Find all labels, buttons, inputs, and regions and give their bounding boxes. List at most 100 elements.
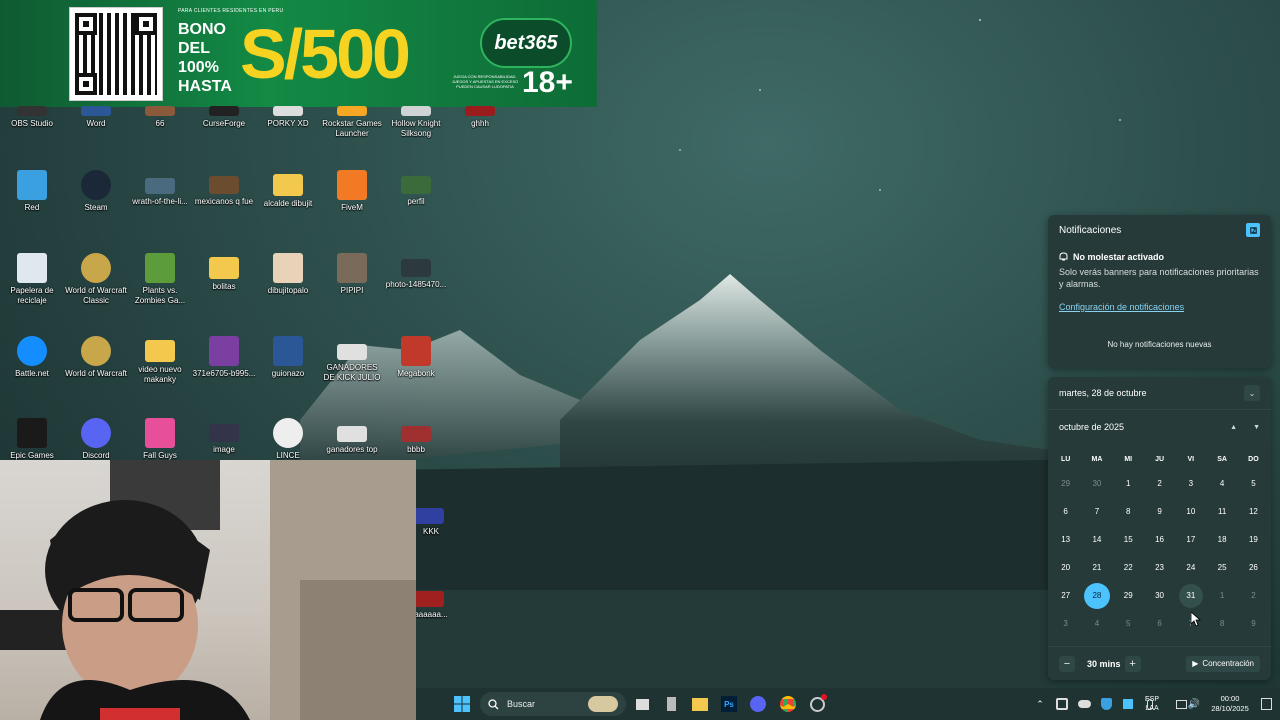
settings-taskbar-button[interactable] (807, 694, 827, 714)
decrease-duration-button[interactable]: − (1059, 655, 1075, 672)
calendar-day[interactable]: 27 (1050, 582, 1081, 610)
calendar-day[interactable]: 15 (1113, 526, 1144, 554)
language-indicator[interactable]: ESP LAA (1145, 695, 1159, 713)
calendar-day[interactable]: 29 (1050, 470, 1081, 498)
calendar-day[interactable]: 23 (1144, 554, 1175, 582)
calendar-day[interactable]: 4 (1081, 610, 1112, 638)
desktop-icon-mexicanos[interactable]: mexicanos q fue (192, 170, 256, 207)
desktop-icon-ganadores-kick[interactable]: GANADORES DE KICK JULIO (320, 336, 384, 383)
desktop-icon-guionazo[interactable]: guionazo (256, 336, 320, 379)
desktop-icon-hollow-knight[interactable]: Hollow Knight Silksong (384, 106, 448, 139)
desktop-icon-steam[interactable]: Steam (64, 170, 128, 213)
calendar-day[interactable]: 9 (1144, 498, 1175, 526)
desktop-icon-fall-guys[interactable]: Fall Guys (128, 418, 192, 461)
desktop-icon-66[interactable]: 66 (128, 106, 192, 129)
onedrive-tray-button[interactable] (1074, 694, 1094, 714)
calendar-day[interactable]: 1 (1113, 470, 1144, 498)
calendar-day[interactable]: 3 (1050, 610, 1081, 638)
calendar-day[interactable]: 20 (1050, 554, 1081, 582)
taskbar-search[interactable]: Buscar (480, 692, 626, 716)
calendar-day[interactable]: 18 (1206, 526, 1237, 554)
calendar-day[interactable]: 21 (1081, 554, 1112, 582)
desktop-icon-red[interactable]: Red (0, 170, 64, 213)
desktop-icon-lince[interactable]: LINCE (256, 418, 320, 461)
calendar-day[interactable]: 10 (1175, 498, 1206, 526)
calendar-day[interactable]: 30 (1144, 582, 1175, 610)
calendar-day[interactable]: 29 (1113, 582, 1144, 610)
desktop-icon-371e[interactable]: 371e6705-b995... (192, 336, 256, 379)
volume-tray-button[interactable]: 🔊 (1184, 694, 1204, 714)
desktop-icon-battlenet[interactable]: Battle.net (0, 336, 64, 379)
desktop-icon-discord[interactable]: Discord (64, 418, 128, 461)
defender-tray-button[interactable] (1096, 694, 1116, 714)
desktop-icon-wow[interactable]: World of Warcraft (64, 336, 128, 379)
desktop-icon-photo[interactable]: photo-1485470... (384, 253, 448, 290)
calendar-day[interactable]: 8 (1206, 610, 1237, 638)
desktop-icon-image[interactable]: image (192, 418, 256, 455)
desktop-icon-dibujitopalo[interactable]: dibujitopalo (256, 253, 320, 296)
desktop-icon-video-nuevo[interactable]: video nuevo makanky (128, 336, 192, 385)
desktop-icon-epic[interactable]: Epic Games (0, 418, 64, 461)
desktop-icon-wrath[interactable]: wrath-of-the-li... (128, 170, 192, 207)
notification-center-button[interactable] (1256, 694, 1276, 714)
desktop-icon-pvz[interactable]: Plants vs. Zombies Ga... (128, 253, 192, 306)
calendar-day-today[interactable]: 28 (1081, 582, 1112, 610)
desktop-icon-fivem[interactable]: FiveM (320, 170, 384, 213)
desktop-icon-bolitas[interactable]: bolitas (192, 253, 256, 292)
notification-settings-link[interactable]: Configuración de notificaciones (1059, 302, 1260, 312)
calendar-day[interactable]: 14 (1081, 526, 1112, 554)
bet365-ad-banner[interactable]: PARA CLIENTES RESIDENTES EN PERU BONO DE… (0, 0, 597, 107)
desktop-icon-alcalde[interactable]: alcalde dibujit (256, 170, 320, 209)
desktop-icon-word[interactable]: Word (64, 106, 128, 129)
calendar-month-label[interactable]: octubre de 2025 (1059, 422, 1124, 432)
calendar-day[interactable]: 9 (1238, 610, 1269, 638)
file-explorer-button[interactable] (690, 694, 710, 714)
calendar-day[interactable]: 6 (1050, 498, 1081, 526)
sync-tray-icon-button[interactable] (1052, 694, 1072, 714)
calendar-day[interactable]: 22 (1113, 554, 1144, 582)
calendar-day[interactable]: 19 (1238, 526, 1269, 554)
discord-taskbar-button[interactable] (748, 694, 768, 714)
desktop-icon-obs[interactable]: OBS Studio (0, 106, 64, 129)
taskbar-app-chat[interactable] (661, 694, 681, 714)
calendar-day[interactable]: 3 (1175, 470, 1206, 498)
desktop-icon-rockstar[interactable]: Rockstar Games Launcher (320, 106, 384, 139)
calendar-day[interactable]: 7 (1081, 498, 1112, 526)
calendar-day[interactable]: 5 (1113, 610, 1144, 638)
calendar-day[interactable]: 5 (1238, 470, 1269, 498)
photoshop-button[interactable]: Ps (719, 694, 739, 714)
desktop-icon-curseforge[interactable]: CurseForge (192, 106, 256, 129)
calendar-day[interactable]: 13 (1050, 526, 1081, 554)
desktop-icon-porky[interactable]: PORKY XD (256, 106, 320, 129)
start-button[interactable] (452, 694, 472, 714)
microphone-tray-button[interactable] (1117, 694, 1137, 714)
desktop-icon-perfil[interactable]: perfil (384, 170, 448, 207)
calendar-day[interactable]: 12 (1238, 498, 1269, 526)
desktop-icon-ganadores-top[interactable]: ganadores top (320, 418, 384, 455)
previous-month-icon[interactable]: ▲ (1230, 424, 1237, 431)
calendar-day[interactable]: 31 (1175, 582, 1206, 610)
calendar-day[interactable]: 1 (1206, 582, 1237, 610)
show-hidden-icons-button[interactable]: ⌃ (1030, 694, 1050, 714)
desktop-icon-wow-classic[interactable]: World of Warcraft Classic (64, 253, 128, 306)
calendar-day[interactable]: 30 (1081, 470, 1112, 498)
clock[interactable]: 00:00 28/10/2025 (1206, 694, 1254, 714)
calendar-day[interactable]: 26 (1238, 554, 1269, 582)
calendar-day[interactable]: 4 (1206, 470, 1237, 498)
desktop-icon-pipipi[interactable]: PIPIPI (320, 253, 384, 296)
calendar-day[interactable]: 2 (1238, 582, 1269, 610)
desktop-icon-ghhh[interactable]: ghhh (448, 106, 512, 129)
start-focus-button[interactable]: ▶ Concentración (1186, 655, 1260, 672)
increase-duration-button[interactable]: + (1124, 655, 1141, 672)
calendar-day[interactable]: 11 (1206, 498, 1237, 526)
calendar-day[interactable]: 2 (1144, 470, 1175, 498)
desktop-icon-recycle-bin[interactable]: Papelera de reciclaje (0, 253, 64, 306)
chrome-button[interactable] (778, 694, 798, 714)
calendar-day[interactable]: 6 (1144, 610, 1175, 638)
calendar-day[interactable]: 17 (1175, 526, 1206, 554)
desktop-icon-bbbb[interactable]: bbbb (384, 418, 448, 455)
task-view-button[interactable] (632, 694, 652, 714)
calendar-day[interactable]: 8 (1113, 498, 1144, 526)
calendar-day[interactable]: 25 (1206, 554, 1237, 582)
calendar-day[interactable]: 24 (1175, 554, 1206, 582)
